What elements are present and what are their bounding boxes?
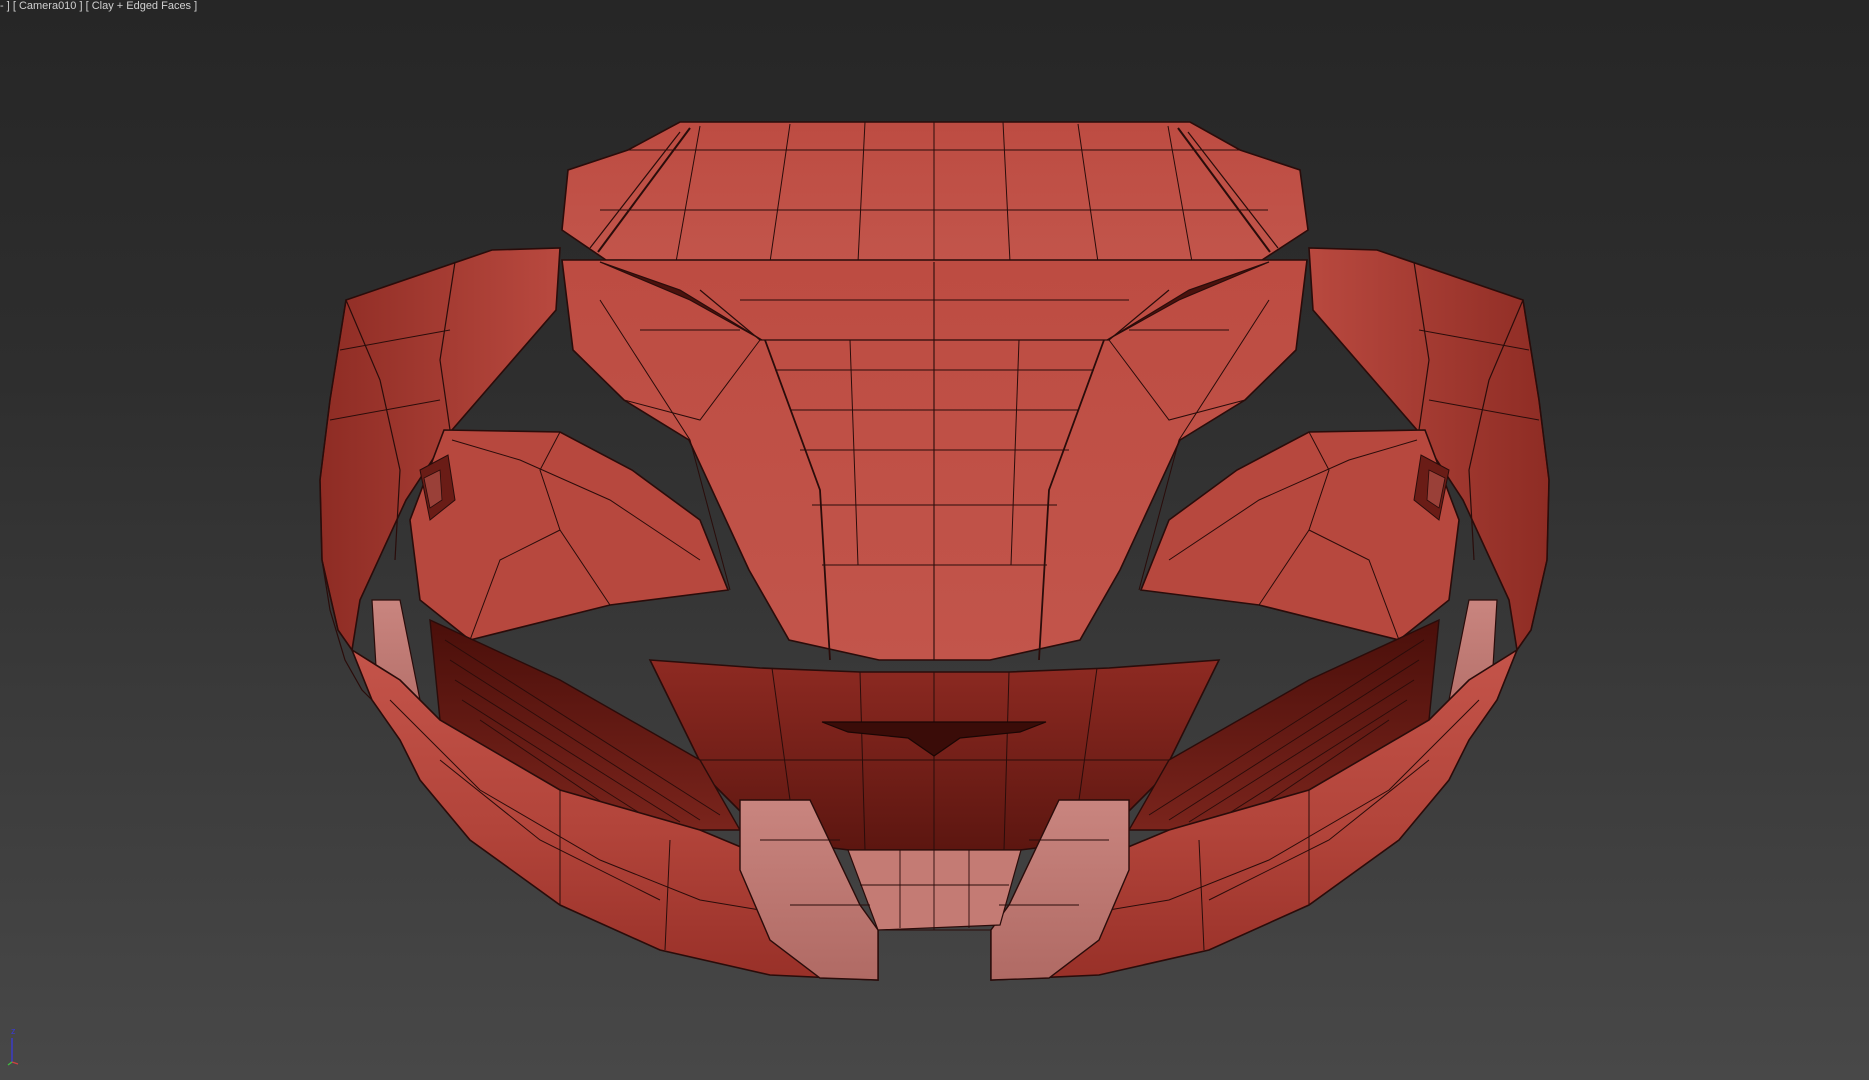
left-headlight <box>409 429 730 641</box>
axis-gizmo: z <box>7 1026 19 1066</box>
car-model-clay-mesh[interactable] <box>0 0 1869 1080</box>
x-axis-line <box>11 1061 19 1065</box>
z-axis-label: z <box>11 1026 16 1036</box>
hood <box>561 259 1308 661</box>
windshield-roof <box>561 121 1309 263</box>
y-axis-line <box>7 1061 13 1066</box>
right-headlight <box>1139 429 1460 641</box>
viewport-camera010[interactable]: - ] [ Camera010 ] [ Clay + Edged Faces ] <box>0 0 1869 1080</box>
